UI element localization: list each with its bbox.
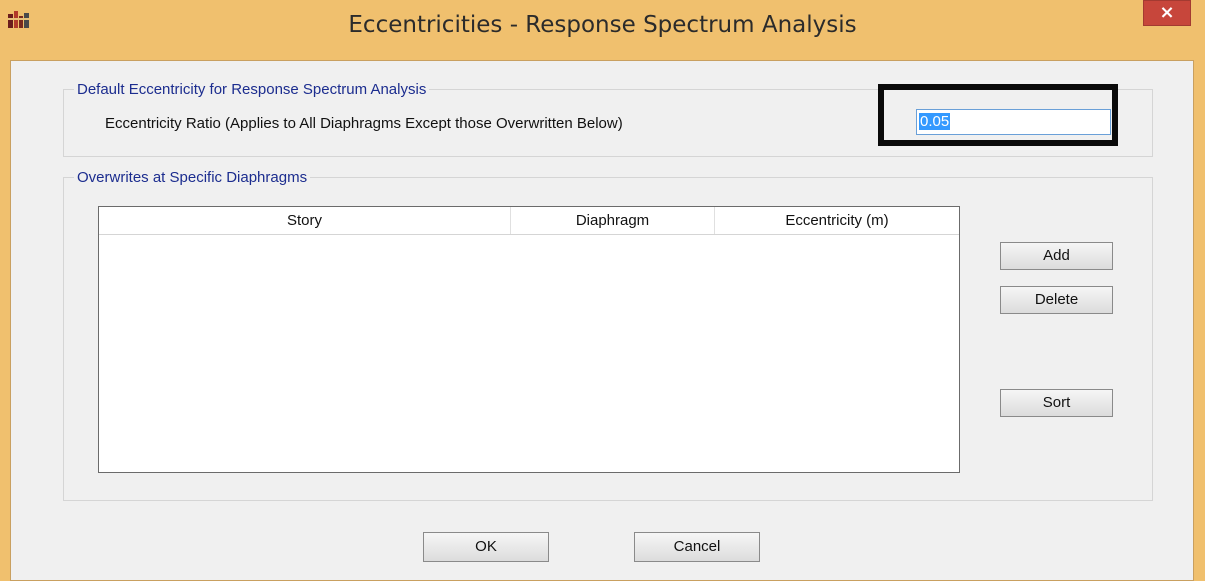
eccentricity-ratio-value: 0.05 [919, 113, 951, 130]
default-eccentricity-legend: Default Eccentricity for Response Spectr… [77, 81, 427, 98]
table-header: Story Diaphragm Eccentricity (m) [99, 207, 959, 235]
add-button[interactable]: Add [1000, 242, 1113, 270]
overwrites-legend: Overwrites at Specific Diaphragms [77, 169, 308, 186]
title-bar[interactable]: Eccentricities - Response Spectrum Analy… [0, 0, 1205, 60]
overwrites-table[interactable]: Story Diaphragm Eccentricity (m) [98, 206, 960, 473]
sort-button[interactable]: Sort [1000, 389, 1113, 417]
dialog-body: Default Eccentricity for Response Spectr… [10, 60, 1194, 581]
eccentricity-ratio-label: Eccentricity Ratio (Applies to All Diaph… [105, 115, 623, 132]
dialog-window: Eccentricities - Response Spectrum Analy… [0, 0, 1205, 581]
cancel-button[interactable]: Cancel [634, 532, 760, 562]
column-header-eccentricity[interactable]: Eccentricity (m) [715, 207, 959, 234]
column-header-diaphragm[interactable]: Diaphragm [511, 207, 715, 234]
close-button[interactable]: × [1143, 0, 1191, 26]
eccentricity-ratio-input[interactable]: 0.05 [916, 109, 1111, 135]
window-title: Eccentricities - Response Spectrum Analy… [348, 12, 857, 38]
ok-button[interactable]: OK [423, 532, 549, 562]
column-header-story[interactable]: Story [99, 207, 511, 234]
delete-button[interactable]: Delete [1000, 286, 1113, 314]
